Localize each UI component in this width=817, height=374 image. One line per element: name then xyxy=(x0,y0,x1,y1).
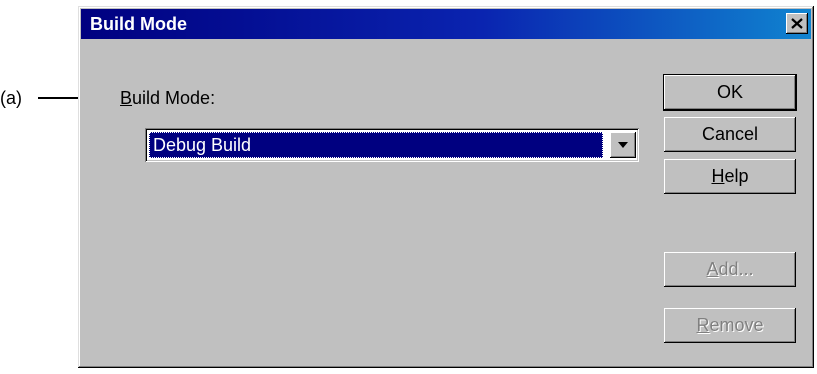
callout-label: (a) xyxy=(0,88,22,108)
build-mode-label-accel: B xyxy=(120,88,133,108)
build-mode-selected-value[interactable]: Debug Build xyxy=(149,132,603,158)
close-button[interactable] xyxy=(786,13,808,34)
title-bar[interactable]: Build Mode xyxy=(81,9,811,39)
chevron-down-icon xyxy=(618,142,628,148)
cancel-button[interactable]: Cancel xyxy=(664,117,796,152)
build-mode-combobox[interactable]: Debug Build xyxy=(145,128,639,162)
remove-button[interactable]: Remove xyxy=(664,308,796,343)
help-button[interactable]: Help xyxy=(664,159,796,194)
add-button-text: dd... xyxy=(718,259,754,279)
dialog-title: Build Mode xyxy=(90,14,187,34)
close-x-icon xyxy=(791,18,803,29)
add-button[interactable]: Add... xyxy=(664,252,796,287)
help-button-accel: H xyxy=(711,166,725,186)
ok-button[interactable]: OK xyxy=(664,75,796,110)
remove-button-text: emove xyxy=(709,315,764,335)
build-mode-label: Build Mode: xyxy=(120,88,215,108)
help-button-text: elp xyxy=(724,166,749,186)
build-mode-dropdown-button[interactable] xyxy=(610,132,636,158)
remove-button-accel: R xyxy=(696,315,710,335)
build-mode-label-text: uild Mode: xyxy=(132,88,216,108)
build-mode-dialog: Build Mode Build Mode: Debug Build OK Ca… xyxy=(78,6,814,368)
add-button-accel: A xyxy=(706,259,719,279)
